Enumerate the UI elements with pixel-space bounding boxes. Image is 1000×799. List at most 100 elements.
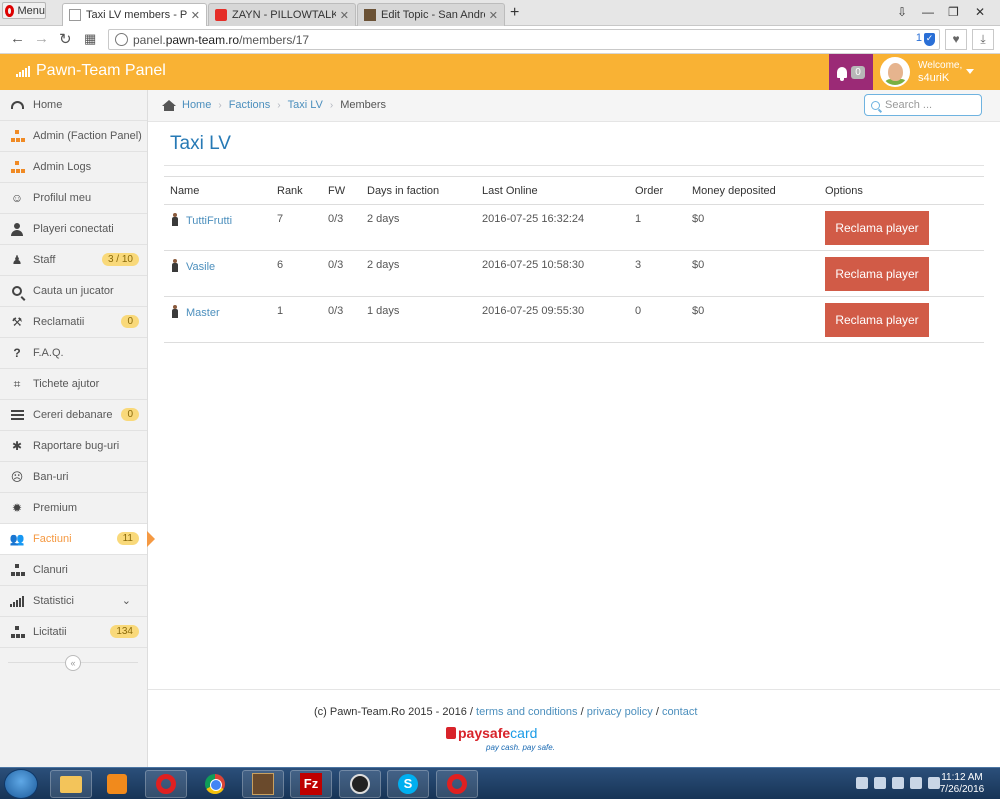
caret-down-icon[interactable] <box>966 69 974 74</box>
player-link[interactable]: TuttiFrutti <box>186 215 232 227</box>
player-link[interactable]: Vasile <box>186 261 215 273</box>
sitemap-icon <box>10 129 25 143</box>
adblock-count: 1 <box>915 32 922 44</box>
table-header-row: Name Rank FW Days in faction Last Online… <box>164 176 984 205</box>
sidebar-item-playeri-conectati[interactable]: Playeri conectati <box>0 214 147 245</box>
breadcrumb-factions[interactable]: Factions <box>229 99 271 111</box>
clock[interactable]: 11:12 AM 7/26/2016 <box>938 772 986 796</box>
sidebar-item-licitatii[interactable]: Licitatii 134 <box>0 617 147 648</box>
sidebar-item-clanuri[interactable]: Clanuri <box>0 555 147 586</box>
minimize-icon[interactable]: — <box>922 5 934 19</box>
tray-icon[interactable] <box>874 777 886 789</box>
new-tab-button[interactable]: + <box>510 4 519 22</box>
search-input[interactable]: Search ... <box>864 94 982 116</box>
globe-icon <box>115 33 128 46</box>
url-field[interactable]: panel. pawn-team.ro/members/17 1 ✓ <box>108 29 940 50</box>
tray-icon[interactable] <box>910 777 922 789</box>
sidebar-item-statistici[interactable]: Statistici ⌄ <box>0 586 147 617</box>
browser-tab-2[interactable]: Edit Topic - San Andreas M ✕ <box>357 3 505 26</box>
tray-icon[interactable] <box>892 777 904 789</box>
list-icon <box>10 408 24 422</box>
skype-icon: S <box>398 774 418 794</box>
opera-menu-button[interactable]: Menu <box>2 2 46 19</box>
download-icon[interactable]: ⤓ <box>972 29 994 50</box>
sidebar-item-admin-faction-panel[interactable]: Admin (Faction Panel) <box>0 121 147 152</box>
brand[interactable]: Pawn-Team Panel <box>16 62 166 80</box>
sidebar-collapse-button[interactable]: « <box>65 655 81 671</box>
sidebar-item-staff[interactable]: ♟ Staff 3 / 10 <box>0 245 147 276</box>
maximize-icon[interactable]: ❐ <box>948 5 959 19</box>
sidebar-item-cereri-debanare[interactable]: Cereri debanare 0 <box>0 400 147 431</box>
taskbar-media-player[interactable] <box>96 770 138 798</box>
sidebar-item-factiuni[interactable]: 👥 Factiuni 11 <box>0 524 155 555</box>
sidebar-item-reclamatii[interactable]: ⚒ Reclamatii 0 <box>0 307 147 338</box>
close-tab-icon[interactable]: ✕ <box>191 9 200 22</box>
start-button[interactable] <box>4 769 38 799</box>
frown-icon: ☹ <box>10 470 24 484</box>
reload-icon[interactable]: ↻ <box>59 30 72 48</box>
signal-bars-icon <box>16 65 30 77</box>
taskbar-explorer[interactable] <box>50 770 92 798</box>
bug-icon: ✱ <box>11 439 23 453</box>
welcome-text: Welcome, <box>918 60 963 71</box>
taskbar-opera-active[interactable] <box>436 770 478 798</box>
heart-icon[interactable]: ♥ <box>945 29 967 50</box>
table-row: TuttiFrutti 7 0/3 2 days 2016-07-25 16:3… <box>164 204 984 251</box>
browser-tab-0[interactable]: Taxi LV members - Pawn-T ✕ <box>62 3 207 26</box>
taskbar-chrome[interactable] <box>194 770 236 798</box>
close-tab-icon[interactable]: ✕ <box>340 9 349 22</box>
cell-money: $0 <box>686 204 819 251</box>
sidebar-item-ban-uri[interactable]: ☹ Ban-uri <box>0 462 147 493</box>
members-table: Name Rank FW Days in faction Last Online… <box>164 176 984 343</box>
sidebar-item-faq[interactable]: ? F.A.Q. <box>0 338 147 369</box>
taskbar-opera[interactable] <box>145 770 187 798</box>
cell-rank: 1 <box>271 296 322 343</box>
taskbar-obs[interactable] <box>339 770 381 798</box>
taskbar-game[interactable] <box>242 770 284 798</box>
report-player-button[interactable]: Reclama player <box>825 303 929 337</box>
privacy-link[interactable]: privacy policy <box>587 706 653 718</box>
taskbar-skype[interactable]: S <box>387 770 429 798</box>
taskbar-filezilla[interactable]: Fz <box>290 770 332 798</box>
media-player-icon <box>107 774 127 794</box>
player-skin-icon <box>170 259 180 272</box>
tray-icon[interactable] <box>856 777 868 789</box>
shield-icon: ✓ <box>924 33 935 46</box>
youtube-favicon-icon <box>215 9 227 21</box>
sidebar-item-tichete-ajutor[interactable]: ⌗ Tichete ajutor <box>0 369 147 400</box>
sidebar-item-cauta-jucator[interactable]: Cauta un jucator <box>0 276 147 307</box>
sidebar-item-label: Admin (Faction Panel) <box>33 130 142 142</box>
player-link[interactable]: Master <box>186 307 220 319</box>
breadcrumb-faction[interactable]: Taxi LV <box>288 99 323 111</box>
sitemap-icon <box>10 625 25 639</box>
sidebar-item-profilul-meu[interactable]: ☺ Profilul meu <box>0 183 147 214</box>
close-tab-icon[interactable]: ✕ <box>489 9 498 22</box>
question-icon: ? <box>13 346 21 360</box>
adblock-indicator[interactable]: 1 ✓ <box>916 32 935 46</box>
terms-link[interactable]: terms and conditions <box>476 706 578 718</box>
contact-link[interactable]: contact <box>662 706 697 718</box>
browser-tab-1[interactable]: ZAYN - PILLOWTALK (Bea ✕ <box>208 3 356 26</box>
column-header-days: Days in faction <box>361 176 476 205</box>
tab-label: Edit Topic - San Andreas M <box>381 9 485 21</box>
speed-dial-icon[interactable]: ▦ <box>84 31 96 47</box>
forward-icon[interactable]: → <box>34 30 49 47</box>
notifications-button[interactable]: 0 <box>829 54 873 90</box>
avatar[interactable] <box>880 57 910 87</box>
back-icon[interactable]: ← <box>10 30 25 47</box>
tab-label: ZAYN - PILLOWTALK (Bea <box>232 9 336 21</box>
user-menu[interactable]: Welcome, s4uriK <box>918 60 962 84</box>
brand-title: Pawn-Team Panel <box>36 62 166 79</box>
sidebar-item-label: Profilul meu <box>33 192 92 204</box>
sidebar-item-admin-logs[interactable]: Admin Logs <box>0 152 147 183</box>
breadcrumb-home[interactable]: Home <box>182 99 211 111</box>
sidebar-item-raportare-bug-uri[interactable]: ✱ Raportare bug-uri <box>0 431 147 462</box>
sidebar-item-home[interactable]: Home <box>0 90 147 121</box>
tab-menu-icon[interactable]: ⇩ <box>897 5 907 19</box>
report-player-button[interactable]: Reclama player <box>825 257 929 291</box>
cell-name: TuttiFrutti <box>164 204 271 251</box>
close-window-icon[interactable]: ✕ <box>975 5 985 19</box>
sidebar-item-premium[interactable]: ✹ Premium <box>0 493 147 524</box>
paysafecard-logo[interactable]: paysafecard pay cash. pay safe. <box>446 725 555 752</box>
report-player-button[interactable]: Reclama player <box>825 211 929 245</box>
